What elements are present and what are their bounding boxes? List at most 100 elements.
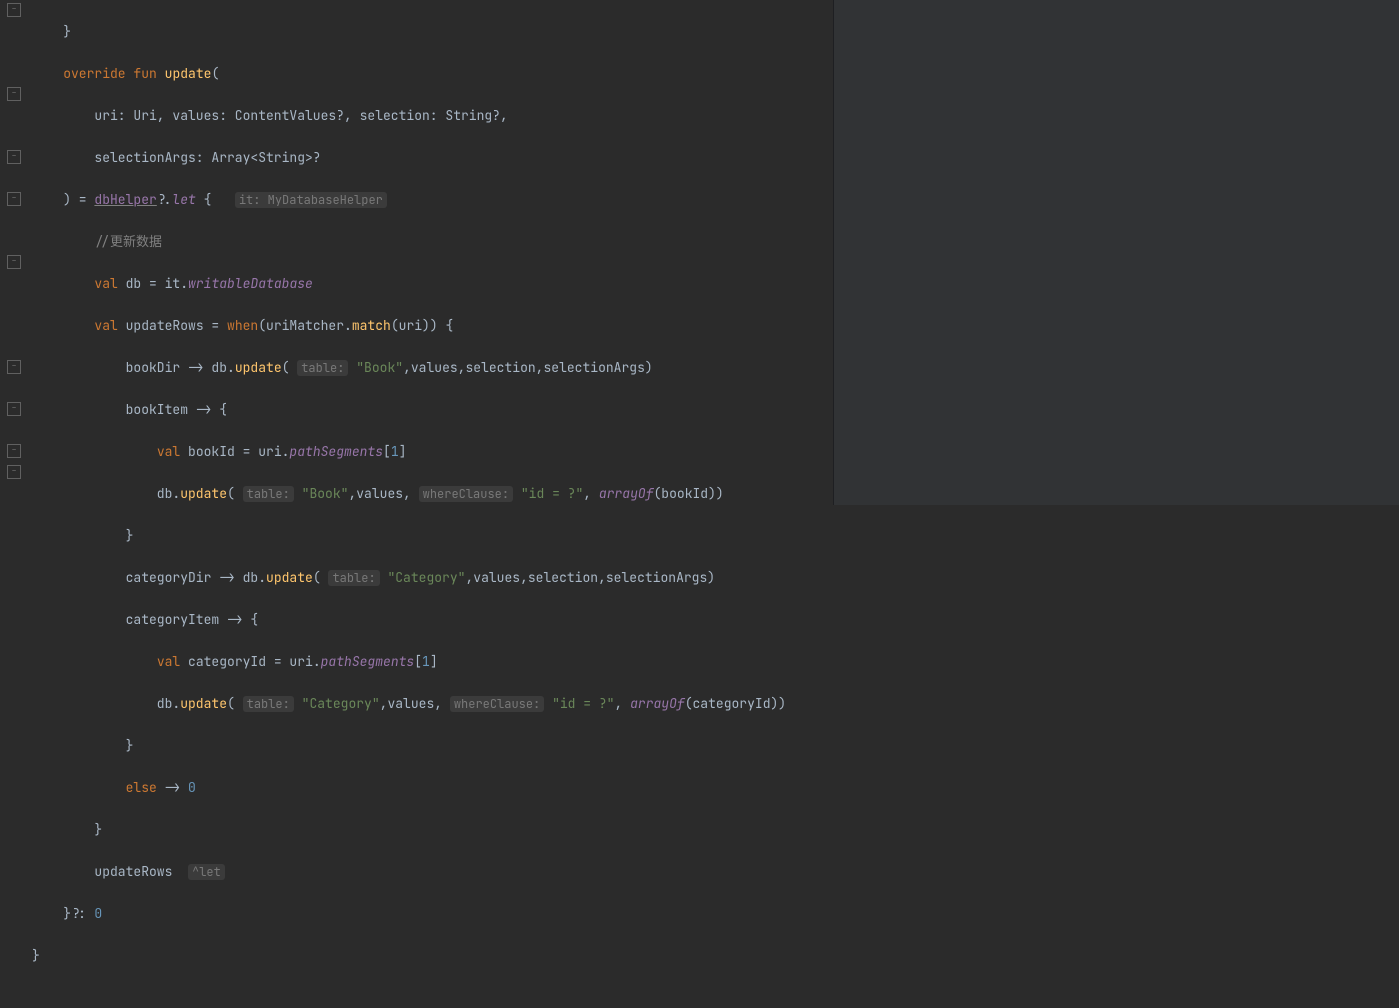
- t: ]: [430, 653, 438, 670]
- t: db.: [32, 485, 180, 502]
- inlay-hint: whereClause:: [419, 486, 513, 502]
- t: [32, 65, 63, 82]
- inlay-hint: table:: [243, 486, 294, 502]
- t: }?:: [32, 905, 94, 922]
- t: 0: [188, 779, 196, 796]
- t: "Book": [302, 485, 349, 502]
- fold-marker[interactable]: −: [7, 192, 21, 206]
- t: update: [235, 359, 282, 376]
- t: override: [63, 65, 125, 82]
- t: [32, 443, 157, 460]
- t: [157, 65, 165, 82]
- t: [32, 233, 94, 250]
- t: categoryItem -> {: [32, 611, 258, 628]
- t: ,: [614, 695, 630, 712]
- t: [294, 695, 302, 712]
- t: update: [180, 695, 227, 712]
- inlay-hint: table:: [328, 570, 379, 586]
- t: }: [32, 737, 133, 754]
- t: (uriMatcher.: [258, 317, 352, 334]
- code-area[interactable]: } override fun update( uri: Uri, values:…: [28, 0, 833, 505]
- t: ,values,: [348, 485, 418, 502]
- t: ,values,selection,selectionArgs): [465, 569, 715, 586]
- t: "id = ?": [521, 485, 583, 502]
- t: uri: Uri, values: ContentValues?, select…: [32, 107, 508, 124]
- t: when: [227, 317, 258, 334]
- t: val: [157, 653, 180, 670]
- t: "Category": [387, 569, 465, 586]
- t: else: [126, 779, 157, 796]
- fold-marker[interactable]: −: [7, 255, 21, 269]
- t: it: [165, 275, 181, 292]
- t: ,: [583, 485, 599, 502]
- t: }: [32, 821, 102, 838]
- t: (uri)) {: [391, 317, 453, 334]
- t: [294, 485, 302, 502]
- fold-marker[interactable]: −: [7, 465, 21, 479]
- t: [513, 485, 521, 502]
- code-editor[interactable]: − − − − − − − − − } override fun update(…: [0, 0, 1399, 505]
- t: [544, 695, 552, 712]
- t: db =: [118, 275, 165, 292]
- t: categoryId = uri.: [180, 653, 320, 670]
- inlay-hint: whereClause:: [450, 696, 544, 712]
- t: ]: [399, 443, 407, 460]
- t: bookId = uri.: [180, 443, 289, 460]
- t: updateRows: [32, 863, 188, 880]
- t: 1: [422, 653, 430, 670]
- t: val: [94, 275, 117, 292]
- t: let: [172, 191, 195, 208]
- t: [32, 275, 94, 292]
- fold-marker[interactable]: −: [7, 444, 21, 458]
- t: [380, 569, 388, 586]
- t: (: [282, 359, 298, 376]
- t: match: [352, 317, 391, 334]
- t: updateRows =: [118, 317, 227, 334]
- t: (: [313, 569, 329, 586]
- fold-marker[interactable]: −: [7, 402, 21, 416]
- inlay-hint: table:: [297, 360, 348, 376]
- t: bookDir -> db.: [32, 359, 235, 376]
- t: "Book": [356, 359, 403, 376]
- t: bookItem -> {: [32, 401, 227, 418]
- t: .: [180, 275, 188, 292]
- fold-marker[interactable]: −: [7, 150, 21, 164]
- fold-marker[interactable]: −: [7, 3, 21, 17]
- t: [32, 779, 126, 796]
- fold-marker[interactable]: −: [7, 360, 21, 374]
- t: "Category": [302, 695, 380, 712]
- side-panel: [833, 0, 1399, 505]
- t: (: [227, 485, 243, 502]
- t: update: [165, 65, 212, 82]
- t: ) =: [32, 191, 94, 208]
- t: "id = ?": [552, 695, 614, 712]
- t: [32, 653, 157, 670]
- t: (: [211, 65, 219, 82]
- t: db.: [32, 695, 180, 712]
- fold-marker[interactable]: −: [7, 87, 21, 101]
- inlay-hint: ^let: [188, 864, 225, 880]
- t: ,values,: [380, 695, 450, 712]
- t: writableDatabase: [188, 275, 313, 292]
- t: ?.: [157, 191, 173, 208]
- t: pathSegments: [289, 443, 383, 460]
- t: dbHelper: [94, 191, 156, 208]
- t: val: [157, 443, 180, 460]
- t: (bookId)): [654, 485, 724, 502]
- t: categoryDir -> db.: [32, 569, 266, 586]
- gutter[interactable]: − − − − − − − − −: [0, 0, 28, 505]
- t: selectionArgs: Array<String>?: [32, 149, 321, 166]
- t: pathSegments: [321, 653, 415, 670]
- inlay-hint: table:: [243, 696, 294, 712]
- t: arrayOf: [599, 485, 654, 502]
- t: arrayOf: [630, 695, 685, 712]
- code-text: }: [32, 23, 71, 40]
- t: 1: [391, 443, 399, 460]
- t: (: [227, 695, 243, 712]
- t: val: [94, 317, 117, 334]
- comment: //更新数据: [94, 233, 162, 250]
- t: fun: [133, 65, 156, 82]
- t: }: [32, 527, 133, 544]
- t: {: [196, 191, 235, 208]
- inlay-hint: it: MyDatabaseHelper: [235, 192, 387, 208]
